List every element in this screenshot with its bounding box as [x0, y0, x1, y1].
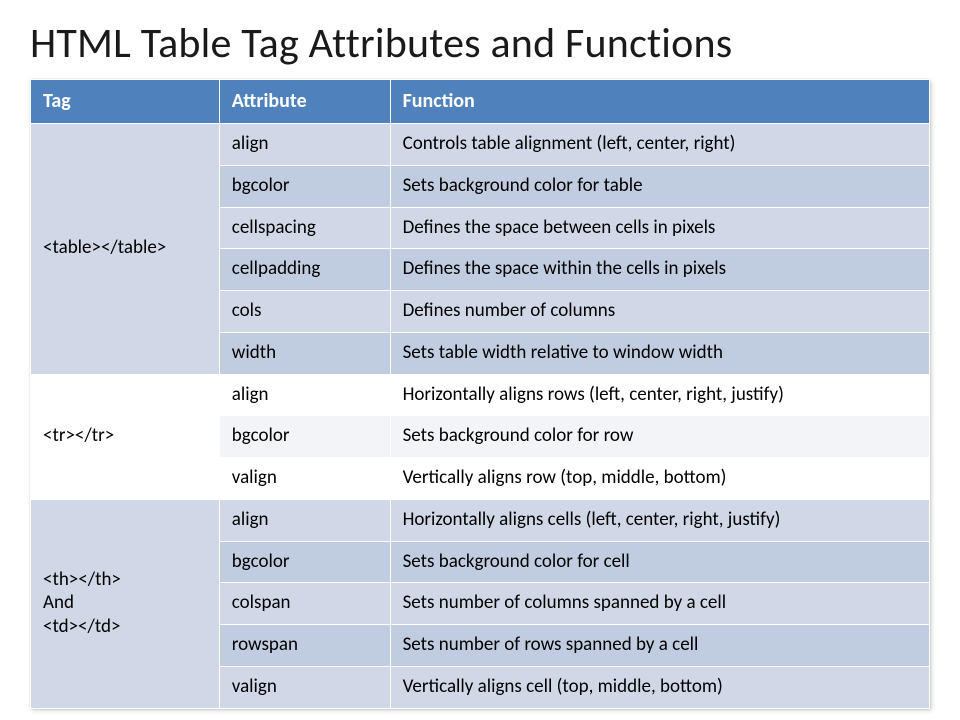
- col-header-attribute: Attribute: [219, 80, 390, 124]
- tag-cell: <tr></tr>: [31, 374, 220, 499]
- attribute-cell: bgcolor: [219, 541, 390, 583]
- attribute-cell: valign: [219, 458, 390, 500]
- attribute-cell: bgcolor: [219, 165, 390, 207]
- function-cell: Defines number of columns: [390, 291, 929, 333]
- tag-text: <th></th>: [43, 568, 209, 592]
- attribute-cell: cellpadding: [219, 249, 390, 291]
- function-cell: Sets table width relative to window widt…: [390, 332, 929, 374]
- attribute-cell: cols: [219, 291, 390, 333]
- attribute-cell: valign: [219, 666, 390, 708]
- table-row: <tr></tr>alignHorizontally aligns rows (…: [31, 374, 930, 416]
- table-row: <th></th>And<td></td>alignHorizontally a…: [31, 499, 930, 541]
- attribute-cell: align: [219, 124, 390, 166]
- tag-text: <tr></tr>: [43, 424, 209, 448]
- page-title: HTML Table Tag Attributes and Functions: [30, 18, 930, 69]
- col-header-tag: Tag: [31, 80, 220, 124]
- attribute-cell: bgcolor: [219, 416, 390, 458]
- col-header-function: Function: [390, 80, 929, 124]
- attribute-cell: cellspacing: [219, 207, 390, 249]
- slide: HTML Table Tag Attributes and Functions …: [0, 0, 960, 720]
- table-header-row: Tag Attribute Function: [31, 80, 930, 124]
- function-cell: Controls table alignment (left, center, …: [390, 124, 929, 166]
- tag-text: <td></td>: [43, 615, 209, 639]
- function-cell: Sets background color for cell: [390, 541, 929, 583]
- table-row: <table></table>alignControls table align…: [31, 124, 930, 166]
- function-cell: Defines the space within the cells in pi…: [390, 249, 929, 291]
- tag-text: <table></table>: [43, 236, 209, 260]
- function-cell: Sets background color for table: [390, 165, 929, 207]
- function-cell: Vertically aligns row (top, middle, bott…: [390, 458, 929, 500]
- tag-text: And: [43, 591, 209, 615]
- reference-table: Tag Attribute Function <table></table>al…: [30, 79, 930, 709]
- function-cell: Vertically aligns cell (top, middle, bot…: [390, 666, 929, 708]
- attribute-cell: width: [219, 332, 390, 374]
- function-cell: Sets background color for row: [390, 416, 929, 458]
- function-cell: Defines the space between cells in pixel…: [390, 207, 929, 249]
- function-cell: Sets number of columns spanned by a cell: [390, 583, 929, 625]
- attribute-cell: rowspan: [219, 625, 390, 667]
- attribute-cell: align: [219, 374, 390, 416]
- attribute-cell: align: [219, 499, 390, 541]
- tag-cell: <th></th>And<td></td>: [31, 499, 220, 708]
- function-cell: Horizontally aligns cells (left, center,…: [390, 499, 929, 541]
- tag-cell: <table></table>: [31, 124, 220, 375]
- function-cell: Sets number of rows spanned by a cell: [390, 625, 929, 667]
- attribute-cell: colspan: [219, 583, 390, 625]
- function-cell: Horizontally aligns rows (left, center, …: [390, 374, 929, 416]
